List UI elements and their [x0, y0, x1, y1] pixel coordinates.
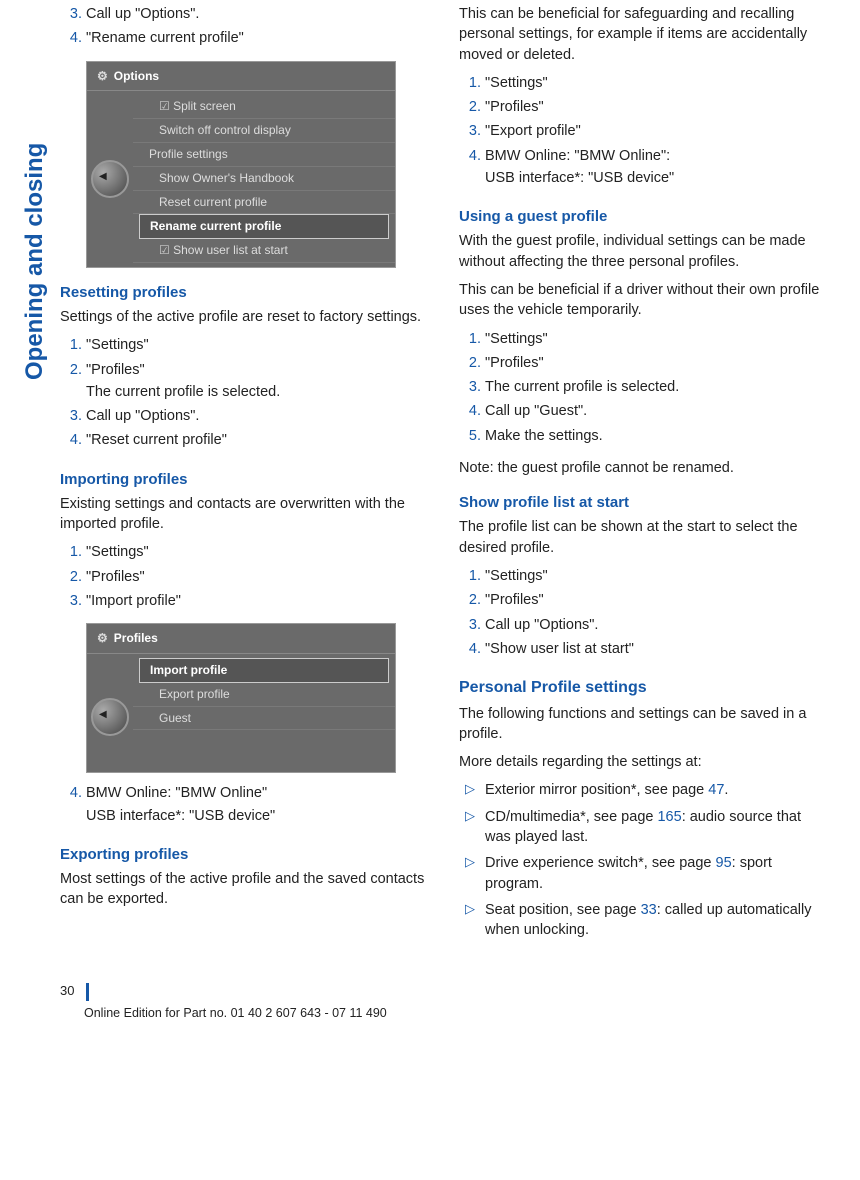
step-item: The current profile is selected. — [485, 377, 830, 401]
footer-text: Online Edition for Part no. 01 40 2 607 … — [60, 1005, 830, 1023]
paragraph: This can be beneficial if a driver witho… — [459, 280, 830, 321]
footer-divider — [86, 983, 89, 1001]
page-footer: 30 — [60, 982, 830, 1000]
heading-resetting-profiles: Resetting profiles — [60, 282, 431, 303]
step-item: "Settings" — [485, 73, 830, 97]
step-item: "Export profile" — [485, 121, 830, 145]
menu-item: Show Owner's Handbook — [133, 167, 395, 191]
paragraph: The profile list can be shown at the sta… — [459, 517, 830, 558]
menu-item: Reset current profile — [133, 191, 395, 215]
step-item: "Rename current profile" — [86, 28, 431, 52]
page-link[interactable]: 33 — [641, 902, 657, 918]
heading-importing-profiles: Importing profiles — [60, 469, 431, 490]
step-item: BMW Online: "BMW Online": USB interface*… — [485, 146, 830, 193]
step-item: "Settings" — [86, 542, 431, 566]
right-column: This can be beneficial for safeguarding … — [459, 0, 830, 954]
section-side-label: Opening and closing — [18, 143, 52, 380]
page-link[interactable]: 95 — [716, 855, 732, 871]
screenshot-title: Options — [114, 68, 159, 85]
menu-item: Guest — [133, 707, 395, 731]
menu-item: Split screen — [133, 95, 395, 119]
paragraph: Settings of the active profile are reset… — [60, 307, 431, 327]
step-item: BMW Online: "BMW Online" USB interface*:… — [86, 783, 431, 830]
heading-personal-profile-settings: Personal Profile settings — [459, 677, 830, 699]
paragraph: More details regarding the settings at: — [459, 752, 830, 772]
heading-guest-profile: Using a guest profile — [459, 206, 830, 227]
menu-item-selected: Import profile — [139, 658, 389, 683]
menu-item: Profile settings — [133, 143, 395, 167]
gear-icon — [97, 630, 108, 647]
paragraph: Existing settings and contacts are overw… — [60, 494, 431, 535]
step-item: "Settings" — [485, 329, 830, 353]
bullet-item: Drive experience switch*, see page 95: s… — [485, 853, 830, 900]
paragraph: With the guest profile, individual setti… — [459, 231, 830, 272]
menu-item: Show user list at start — [133, 239, 395, 263]
step-subtext: The current profile is selected. — [86, 382, 431, 402]
step-item: Call up "Options". — [86, 4, 431, 28]
step-subtext: USB interface*: "USB device" — [485, 168, 830, 188]
gear-icon — [97, 68, 108, 85]
paragraph: The following functions and settings can… — [459, 704, 830, 745]
step-item: "Profiles" — [86, 567, 431, 591]
menu-item-selected: Rename current profile — [139, 214, 389, 239]
step-item: "Profiles" The current profile is select… — [86, 360, 431, 407]
step-item: "Profiles" — [485, 97, 830, 121]
menu-item: Switch off control display — [133, 119, 395, 143]
step-item: "Reset current profile" — [86, 430, 431, 454]
step-item: Call up "Options". — [86, 406, 431, 430]
idrive-screenshot-profiles: Profiles Import profile Export profile G… — [86, 623, 396, 773]
page-number: 30 — [60, 982, 74, 1000]
bullet-item: Seat position, see page 33: called up au… — [485, 900, 830, 947]
bullet-item: CD/multimedia*, see page 165: audio sour… — [485, 807, 830, 854]
idrive-knob-icon — [91, 698, 129, 736]
menu-item: Export profile — [133, 683, 395, 707]
idrive-screenshot-options: Options Split screen Switch off control … — [86, 61, 396, 268]
step-item: "Import profile" — [86, 591, 431, 615]
step-item: "Settings" — [485, 566, 830, 590]
page-link[interactable]: 165 — [657, 809, 681, 825]
step-item: Call up "Options". — [485, 615, 830, 639]
step-item: "Profiles" — [485, 353, 830, 377]
heading-show-profile-list: Show profile list at start — [459, 492, 830, 513]
step-item: Call up "Guest". — [485, 401, 830, 425]
paragraph: This can be beneficial for safeguarding … — [459, 4, 830, 65]
paragraph: Note: the guest profile cannot be rename… — [459, 458, 830, 478]
left-column: Call up "Options". "Rename current profi… — [60, 0, 431, 954]
idrive-knob-icon — [91, 160, 129, 198]
step-item: "Profiles" — [485, 590, 830, 614]
page-link[interactable]: 47 — [708, 782, 724, 798]
step-item: Make the settings. — [485, 426, 830, 450]
bullet-item: Exterior mirror position*, see page 47. — [485, 780, 830, 806]
step-item: "Settings" — [86, 335, 431, 359]
paragraph: Most settings of the active profile and … — [60, 869, 431, 910]
screenshot-title: Profiles — [114, 630, 158, 647]
step-subtext: USB interface*: "USB device" — [86, 806, 431, 826]
step-item: "Show user list at start" — [485, 639, 830, 663]
heading-exporting-profiles: Exporting profiles — [60, 844, 431, 865]
